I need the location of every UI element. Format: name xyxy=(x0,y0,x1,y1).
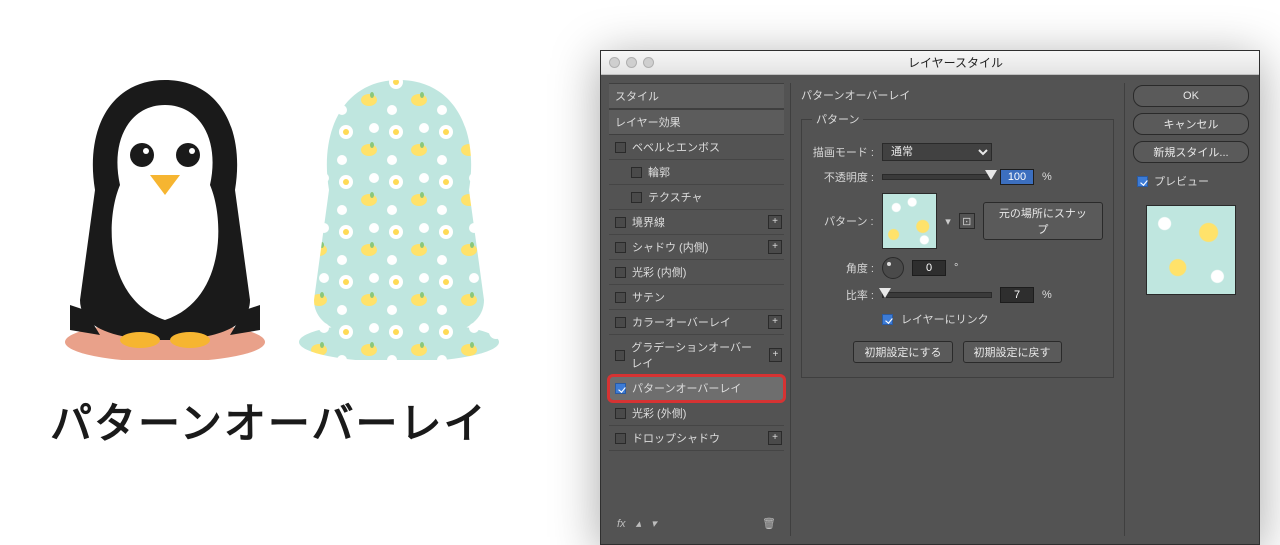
style-row-1[interactable]: 輪郭 xyxy=(609,160,784,185)
style-label: サテン xyxy=(632,289,665,305)
chevron-down-icon[interactable]: ▾ xyxy=(945,215,951,228)
ok-button[interactable]: OK xyxy=(1133,85,1249,107)
section-title: パターンオーバーレイ xyxy=(801,83,1114,107)
penguin-patterned xyxy=(284,70,514,360)
add-effect-icon[interactable]: + xyxy=(769,348,782,362)
style-checkbox[interactable] xyxy=(615,433,626,444)
style-label: 光彩 (内側) xyxy=(632,264,686,280)
blend-mode-label: 描画モード : xyxy=(812,144,874,160)
style-checkbox[interactable] xyxy=(615,267,626,278)
style-row-8[interactable]: グラデーションオーバーレイ + xyxy=(609,335,784,376)
style-label: ベベルとエンボス xyxy=(632,139,720,155)
style-row-0[interactable]: ベベルとエンボス xyxy=(609,135,784,160)
new-style-button[interactable]: 新規スタイル... xyxy=(1133,141,1249,163)
style-label: ドロップシャドウ xyxy=(632,430,720,446)
add-effect-icon[interactable]: + xyxy=(768,315,782,329)
angle-input[interactable] xyxy=(912,260,946,276)
style-row-7[interactable]: カラーオーバーレイ + xyxy=(609,310,784,335)
make-default-button[interactable]: 初期設定にする xyxy=(853,341,952,363)
arrow-up-icon[interactable]: ▴ xyxy=(636,517,642,530)
add-effect-icon[interactable]: + xyxy=(768,240,782,254)
style-label: カラーオーバーレイ xyxy=(632,314,731,330)
style-checkbox[interactable] xyxy=(615,142,626,153)
dialog-title: レイヤースタイル xyxy=(660,54,1251,71)
style-label: パターンオーバーレイ xyxy=(632,380,741,396)
pattern-swatch[interactable] xyxy=(882,193,938,249)
style-label: シャドウ (内側) xyxy=(632,239,708,255)
pattern-label: パターン : xyxy=(812,213,874,229)
style-checkbox[interactable] xyxy=(631,167,642,178)
penguin-original xyxy=(50,70,280,360)
arrow-down-icon[interactable]: ▾ xyxy=(651,517,657,530)
style-row-11[interactable]: ドロップシャドウ + xyxy=(609,426,784,451)
traffic-min-icon[interactable] xyxy=(626,57,637,68)
opacity-slider[interactable] xyxy=(882,174,992,180)
new-pattern-icon[interactable]: ⊡ xyxy=(959,213,975,229)
style-label: グラデーションオーバーレイ xyxy=(631,339,763,371)
example-area: パターンオーバーレイ xyxy=(50,70,590,451)
angle-label: 角度 : xyxy=(812,260,874,276)
pattern-group-title: パターン xyxy=(812,111,863,127)
style-checkbox[interactable] xyxy=(631,192,642,203)
preview-swatch xyxy=(1146,205,1236,295)
add-effect-icon[interactable]: + xyxy=(768,431,782,445)
styles-header[interactable]: スタイル xyxy=(609,83,784,109)
traffic-close-icon[interactable] xyxy=(609,57,620,68)
angle-unit: ° xyxy=(954,262,958,274)
style-label: 境界線 xyxy=(632,214,665,230)
style-label: テクスチャ xyxy=(648,189,703,205)
style-checkbox[interactable] xyxy=(615,383,626,394)
style-row-9[interactable]: パターンオーバーレイ xyxy=(609,376,784,401)
preview-label: プレビュー xyxy=(1154,173,1209,189)
style-label: 光彩 (外側) xyxy=(632,405,686,421)
style-label: 輪郭 xyxy=(648,164,670,180)
effects-header[interactable]: レイヤー効果 xyxy=(609,109,784,135)
style-row-10[interactable]: 光彩 (外側) xyxy=(609,401,784,426)
trash-icon[interactable]: 🗑 xyxy=(762,517,776,530)
fx-icon[interactable]: fx xyxy=(617,518,626,530)
layer-style-dialog: レイヤースタイル スタイル レイヤー効果 ベベルとエンボス輪郭テクスチャ境界線 +… xyxy=(600,50,1260,545)
caption: パターンオーバーレイ xyxy=(50,390,590,451)
style-checkbox[interactable] xyxy=(615,242,626,253)
scale-label: 比率 : xyxy=(812,287,874,303)
scale-slider[interactable] xyxy=(882,292,992,298)
snap-button[interactable]: 元の場所にスナップ xyxy=(983,202,1103,240)
style-row-3[interactable]: 境界線 + xyxy=(609,210,784,235)
link-label: レイヤーにリンク xyxy=(901,311,989,327)
blend-mode-select[interactable]: 通常 xyxy=(882,143,992,161)
opacity-label: 不透明度 : xyxy=(812,169,874,185)
titlebar[interactable]: レイヤースタイル xyxy=(601,51,1259,75)
style-checkbox[interactable] xyxy=(615,350,625,361)
add-effect-icon[interactable]: + xyxy=(768,215,782,229)
style-row-5[interactable]: 光彩 (内側) xyxy=(609,260,784,285)
reset-default-button[interactable]: 初期設定に戻す xyxy=(963,341,1062,363)
opacity-unit: % xyxy=(1042,171,1052,183)
scale-unit: % xyxy=(1042,289,1052,301)
angle-dial[interactable] xyxy=(882,257,904,279)
style-row-4[interactable]: シャドウ (内側) + xyxy=(609,235,784,260)
style-checkbox[interactable] xyxy=(615,408,626,419)
link-checkbox[interactable] xyxy=(882,314,893,325)
cancel-button[interactable]: キャンセル xyxy=(1133,113,1249,135)
scale-input[interactable] xyxy=(1000,287,1034,303)
preview-checkbox[interactable] xyxy=(1137,176,1148,187)
style-checkbox[interactable] xyxy=(615,317,626,328)
style-checkbox[interactable] xyxy=(615,292,626,303)
style-row-6[interactable]: サテン xyxy=(609,285,784,310)
style-row-2[interactable]: テクスチャ xyxy=(609,185,784,210)
style-checkbox[interactable] xyxy=(615,217,626,228)
traffic-lights[interactable] xyxy=(609,57,654,68)
traffic-max-icon[interactable] xyxy=(643,57,654,68)
opacity-input[interactable] xyxy=(1000,169,1034,185)
